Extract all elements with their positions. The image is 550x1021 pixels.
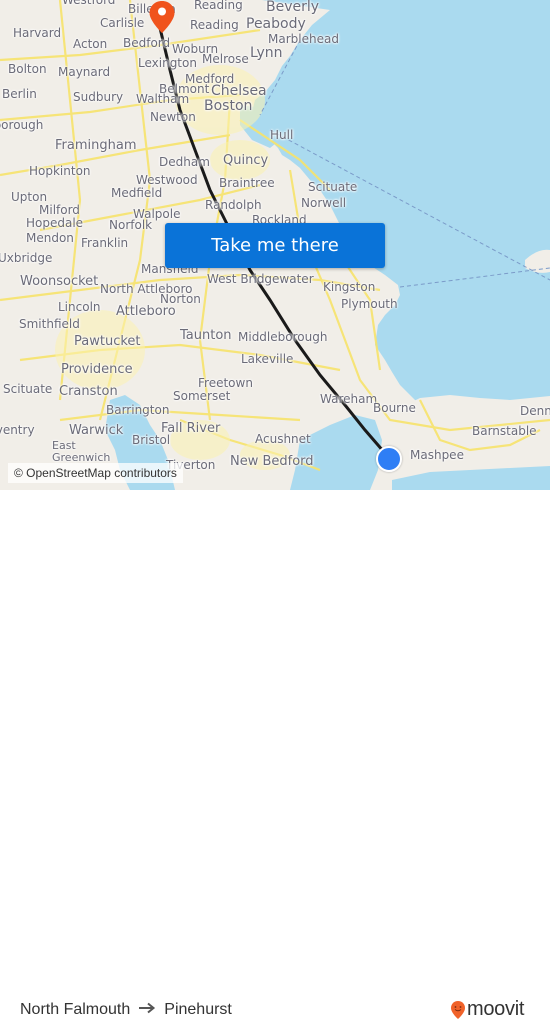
place-label: Marblehead bbox=[268, 32, 339, 46]
place-label: Upton bbox=[11, 190, 48, 204]
place-label: Dennis bbox=[520, 404, 550, 418]
place-label: Reading bbox=[190, 18, 239, 32]
place-label: Norfolk bbox=[109, 218, 153, 232]
place-label: Boston bbox=[204, 98, 253, 114]
place-label: Chelsea bbox=[211, 83, 267, 99]
place-label: Harvard bbox=[13, 26, 62, 40]
vineyard-sound bbox=[392, 466, 550, 490]
place-label: Scituate bbox=[3, 382, 53, 396]
place-label: Quincy bbox=[223, 153, 269, 168]
brand-name: moovit bbox=[467, 998, 525, 1020]
place-label: Coventry bbox=[0, 423, 35, 437]
place-label: Somerset bbox=[173, 389, 231, 403]
place-label: Norwell bbox=[301, 196, 347, 210]
map-attribution[interactable]: © OpenStreetMap contributors bbox=[8, 463, 183, 483]
place-label: Maynard bbox=[58, 65, 111, 79]
origin-marker[interactable] bbox=[376, 446, 402, 472]
place-label: Uxbridge bbox=[0, 251, 53, 265]
place-label: Melrose bbox=[202, 52, 249, 66]
place-label: Bedford bbox=[123, 36, 171, 50]
place-label: Westford bbox=[62, 0, 116, 7]
place-label: Lynn bbox=[250, 45, 283, 61]
place-label: Mashpee bbox=[410, 448, 464, 462]
place-label: Northborough bbox=[0, 118, 44, 132]
place-label: Pawtucket bbox=[74, 334, 141, 349]
place-label: Warwick bbox=[69, 423, 124, 438]
place-label: Framingham bbox=[55, 138, 137, 153]
place-label: Reading bbox=[194, 0, 243, 12]
origin-name: North Falmouth bbox=[20, 1001, 131, 1018]
map-pin-icon bbox=[149, 1, 175, 33]
moovit-logo[interactable]: moovit bbox=[450, 998, 524, 1021]
place-label: Barrington bbox=[106, 403, 170, 417]
place-label: Lexington bbox=[138, 56, 197, 70]
place-label: Braintree bbox=[219, 176, 275, 190]
place-label: Acushnet bbox=[255, 432, 311, 446]
place-label: Franklin bbox=[81, 236, 129, 250]
place-label: Waltham bbox=[136, 92, 190, 106]
place-label: Randolph bbox=[205, 198, 262, 212]
place-label: Plymouth bbox=[341, 297, 398, 311]
map[interactable]: Westford Billerica Reading Beverly Carli… bbox=[0, 0, 550, 490]
arrow-right-icon bbox=[138, 1001, 156, 1019]
place-label: Bristol bbox=[132, 433, 171, 447]
footer: North Falmouth Pinehurst moovit bbox=[0, 490, 550, 1020]
place-label: Cranston bbox=[59, 384, 118, 399]
place-label: Berlin bbox=[2, 87, 37, 101]
place-label: New Bedford bbox=[230, 454, 314, 469]
place-label: Acton bbox=[73, 37, 108, 51]
place-label: Lakeville bbox=[241, 352, 294, 366]
place-label: Lincoln bbox=[58, 300, 101, 314]
destination-marker[interactable] bbox=[148, 0, 176, 38]
place-label: Attleboro bbox=[116, 304, 176, 319]
place-label: Woonsocket bbox=[20, 274, 99, 289]
place-label: Dedham bbox=[159, 155, 210, 169]
buzzards-bay bbox=[290, 415, 382, 490]
place-label: Newton bbox=[150, 110, 196, 124]
route-summary: North Falmouth Pinehurst bbox=[20, 1001, 232, 1019]
place-label: Milford bbox=[39, 203, 80, 217]
place-label: Sudbury bbox=[73, 90, 124, 104]
place-label: Scituate bbox=[308, 180, 358, 194]
place-label: Smithfield bbox=[19, 317, 80, 331]
destination-name: Pinehurst bbox=[164, 1001, 232, 1018]
take-me-there-button[interactable]: Take me there bbox=[165, 223, 385, 268]
place-label: East Greenwich bbox=[52, 439, 111, 464]
place-label: Carlisle bbox=[100, 16, 145, 30]
place-label: Barnstable bbox=[472, 424, 537, 438]
place-label: Wareham bbox=[320, 392, 378, 406]
place-label: Bourne bbox=[373, 401, 416, 415]
place-label: Bolton bbox=[8, 62, 47, 76]
place-label: Freetown bbox=[198, 376, 253, 390]
place-label: Westwood bbox=[136, 173, 198, 187]
place-label: Beverly bbox=[266, 0, 320, 15]
place-label: Hull bbox=[270, 128, 294, 142]
place-label: Peabody bbox=[246, 16, 306, 32]
place-label: Taunton bbox=[180, 328, 232, 343]
moovit-pin-icon bbox=[451, 1000, 465, 1019]
place-label: Hopedale bbox=[26, 216, 84, 230]
place-label: Providence bbox=[61, 362, 133, 377]
place-label: Kingston bbox=[323, 280, 376, 294]
place-label: Mendon bbox=[26, 231, 74, 245]
place-label: Hopkinton bbox=[29, 164, 91, 178]
place-label: West Bridgewater bbox=[207, 272, 314, 286]
place-label: Middleborough bbox=[238, 330, 328, 344]
place-label: Medfield bbox=[111, 186, 163, 200]
